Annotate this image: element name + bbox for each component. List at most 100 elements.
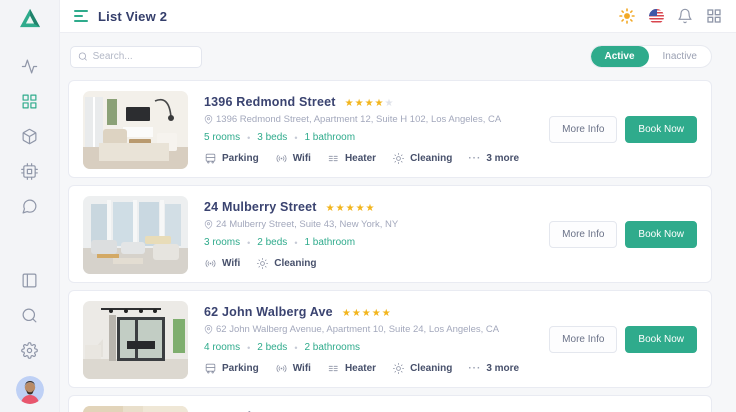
amenity-parking: Parking xyxy=(204,362,259,375)
listing-card: 48 Manhattan Ave ★★★★★ xyxy=(68,395,712,412)
listing-stats: 4 rooms • 2 beds • 2 bathrooms xyxy=(204,342,361,353)
map-pin-icon xyxy=(204,220,213,229)
sidebar xyxy=(0,0,60,412)
cleaning-icon xyxy=(393,362,405,375)
sidebar-item-settings[interactable] xyxy=(21,342,38,359)
rooms-count: 5 rooms xyxy=(204,132,241,143)
sidebar-item-layout[interactable] xyxy=(21,272,38,289)
amenities-row: Parking Wifi Heater Cleaning ··· 3 more xyxy=(204,152,537,165)
rooms-count: 3 rooms xyxy=(204,237,241,248)
listing-title[interactable]: 24 Mulberry Street xyxy=(204,200,317,214)
baths-count: 1 bathroom xyxy=(304,237,356,248)
rating-stars: ★★★★★ xyxy=(322,408,372,412)
listing-stats: 3 rooms • 2 beds • 1 bathroom xyxy=(204,237,356,248)
sidebar-item-messages[interactable] xyxy=(21,198,38,215)
baths-count: 1 bathroom xyxy=(304,132,356,143)
header-actions xyxy=(619,8,722,24)
listing-card: 24 Mulberry Street ★★★★★ 24 Mulberry Str… xyxy=(68,185,712,283)
ellipsis-icon: ··· xyxy=(468,153,482,164)
amenities-row: Wifi Cleaning xyxy=(204,257,537,270)
wifi-icon xyxy=(205,259,216,268)
list-toolbar: Active Inactive xyxy=(70,45,712,68)
cleaning-icon xyxy=(257,257,269,270)
listing-card: 1396 Redmond Street ★★★★★ 1396 Redmond S… xyxy=(68,80,712,178)
theme-sun-icon[interactable] xyxy=(619,8,635,24)
book-now-button[interactable]: Book Now xyxy=(625,325,697,353)
page-title: List View 2 xyxy=(98,8,168,24)
listing-card: 62 John Walberg Ave ★★★★★ 62 John Walber… xyxy=(68,290,712,388)
rooms-count: 4 rooms xyxy=(204,342,241,353)
amenity-cleaning: Cleaning xyxy=(392,362,452,375)
property-photo[interactable] xyxy=(83,91,188,169)
amenity-cleaning: Cleaning xyxy=(256,257,316,270)
parking-icon xyxy=(205,153,216,164)
sidebar-item-cpu[interactable] xyxy=(21,163,38,180)
amenities-row: Parking Wifi Heater Cleaning ··· 3 more xyxy=(204,362,537,375)
parking-icon xyxy=(205,363,216,374)
listing-details: 62 John Walberg Ave ★★★★★ 62 John Walber… xyxy=(188,301,537,377)
amenity-cleaning: Cleaning xyxy=(392,152,452,165)
more-info-button[interactable]: More Info xyxy=(549,220,618,248)
book-now-button[interactable]: Book Now xyxy=(625,220,697,248)
app-logo-icon[interactable] xyxy=(19,8,41,33)
filter-active-button[interactable]: Active xyxy=(590,46,649,67)
listing-stats: 5 rooms • 3 beds • 1 bathroom xyxy=(204,132,356,143)
cleaning-icon xyxy=(393,152,405,165)
more-amenities-link[interactable]: ··· 3 more xyxy=(468,153,519,164)
listing-title[interactable]: 1396 Redmond Street xyxy=(204,95,336,109)
beds-count: 2 beds xyxy=(257,342,288,353)
amenity-wifi: Wifi xyxy=(275,362,311,375)
map-pin-icon xyxy=(204,325,213,334)
heater-icon xyxy=(328,155,339,162)
listing-actions: More Info Book Now xyxy=(537,91,697,167)
listing-title[interactable]: 62 John Walberg Ave xyxy=(204,305,333,319)
sidebar-item-listings-grid[interactable] xyxy=(21,93,38,110)
apps-grid-icon[interactable] xyxy=(706,8,722,24)
language-flag-us[interactable] xyxy=(648,8,664,24)
user-avatar[interactable] xyxy=(15,376,44,404)
search-box[interactable] xyxy=(70,45,202,68)
rating-stars: ★★★★★ xyxy=(344,98,395,109)
sidebar-item-search[interactable] xyxy=(21,307,38,324)
more-amenities-link[interactable]: ··· 3 more xyxy=(468,363,519,374)
map-pin-icon xyxy=(204,115,213,124)
sidebar-item-activity[interactable] xyxy=(21,58,38,75)
wifi-icon xyxy=(276,154,287,163)
filter-inactive-button[interactable]: Inactive xyxy=(649,46,711,67)
rating-stars: ★★★★★ xyxy=(341,308,392,319)
listing-actions: More Info Book Now xyxy=(537,301,697,377)
heater-icon xyxy=(328,365,339,372)
listing-details: 1396 Redmond Street ★★★★★ 1396 Redmond S… xyxy=(188,91,537,167)
menu-toggle-icon[interactable] xyxy=(74,10,88,22)
search-input[interactable] xyxy=(92,51,194,62)
amenity-wifi: Wifi xyxy=(204,257,240,270)
book-now-button[interactable]: Book Now xyxy=(625,115,697,143)
rating-stars: ★★★★★ xyxy=(325,203,376,214)
listing-address: 1396 Redmond Street, Apartment 12, Suite… xyxy=(204,114,537,125)
more-info-button[interactable]: More Info xyxy=(549,325,618,353)
amenity-parking: Parking xyxy=(204,152,259,165)
amenity-wifi: Wifi xyxy=(275,152,311,165)
beds-count: 3 beds xyxy=(257,132,288,143)
listing-address: 24 Mulberry Street, Suite 43, New York, … xyxy=(204,219,537,230)
amenity-heater: Heater xyxy=(327,152,376,165)
notifications-bell-icon[interactable] xyxy=(677,8,693,24)
listings-list: 1396 Redmond Street ★★★★★ 1396 Redmond S… xyxy=(68,80,712,412)
beds-count: 2 beds xyxy=(257,237,288,248)
top-header: List View 2 xyxy=(60,0,736,33)
property-photo[interactable] xyxy=(83,406,188,412)
sidebar-bottom-group xyxy=(15,263,44,412)
app-window: List View 2 Active Inactive xyxy=(0,0,736,412)
baths-count: 2 bathrooms xyxy=(304,342,361,353)
sidebar-item-package[interactable] xyxy=(21,128,38,145)
wifi-icon xyxy=(276,364,287,373)
main-content: Active Inactive 1396 Redmond Street ★★★★… xyxy=(60,33,736,412)
property-photo[interactable] xyxy=(83,196,188,274)
search-icon xyxy=(78,52,87,61)
property-photo[interactable] xyxy=(83,301,188,379)
more-info-button[interactable]: More Info xyxy=(549,115,618,143)
listing-actions: More Info Book Now xyxy=(537,196,697,272)
amenity-heater: Heater xyxy=(327,362,376,375)
ellipsis-icon: ··· xyxy=(468,363,482,374)
status-filter: Active Inactive xyxy=(589,45,712,68)
